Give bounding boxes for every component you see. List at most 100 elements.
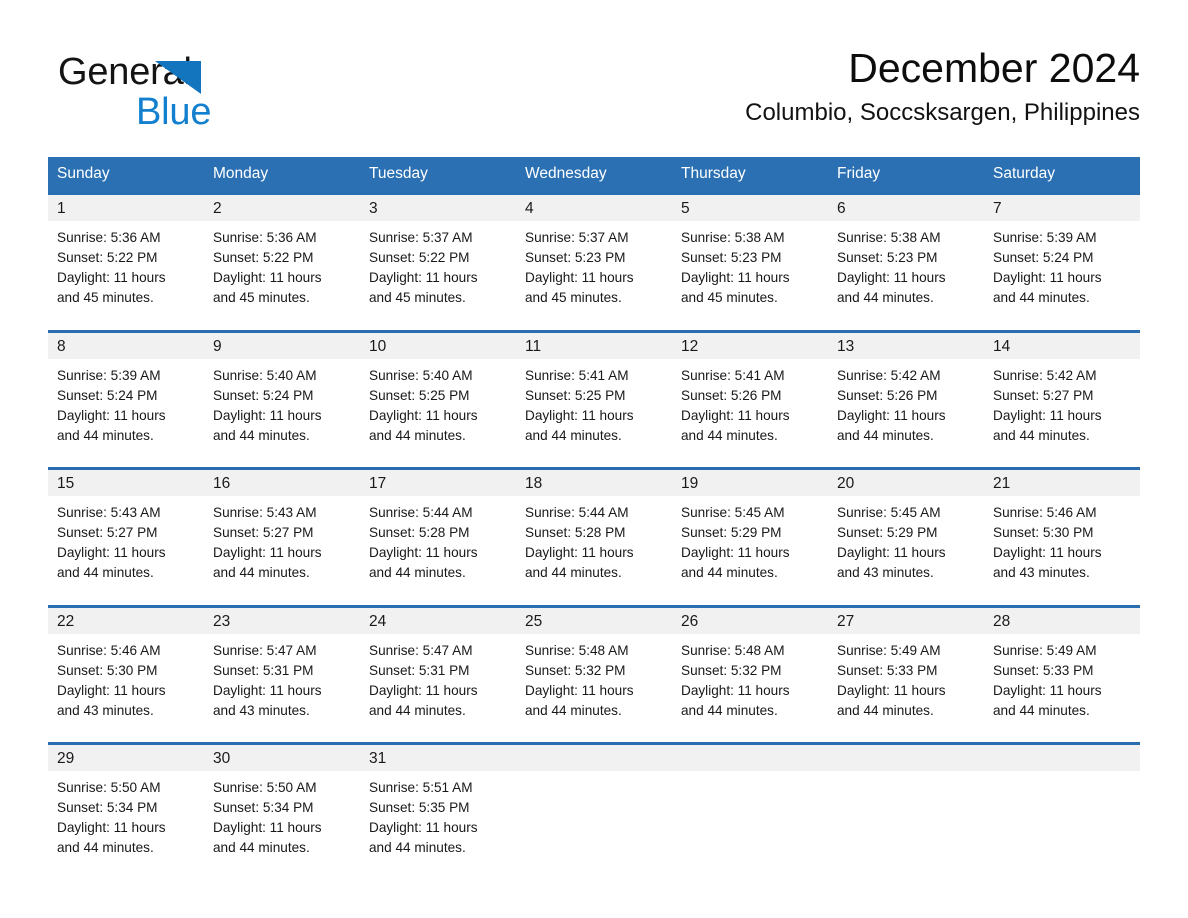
day-daylight-text: and 43 minutes. [213,702,310,718]
day-number-cell[interactable]: 20 [828,467,984,496]
brand-logo[interactable]: General Blue [58,50,318,134]
day-daylight-text: and 44 minutes. [681,565,778,580]
day-detail-cell[interactable]: Sunrise: 5:50 AM Sunset: 5:34 PM Daylight:… [48,771,204,868]
day-detail-cell[interactable]: Sunrise: 5:40 AM Sunset: 5:24 PM Daylight:… [204,358,360,456]
day-sunrise-text: Sunrise: 5:36 AM [57,230,161,245]
day-sunrise-text: Sunrise: 5:37 AM [525,230,629,245]
day-number-cell[interactable]: 7 [984,192,1140,221]
day-sunrise-text: Sunrise: 5:42 AM [837,367,941,383]
week-detail-row: Sunrise: 5:50 AM Sunset: 5:34 PM Daylight:… [48,771,1140,868]
day-detail-cell[interactable]: Sunrise: 5:44 AM Sunset: 5:28 PM Daylight:… [360,496,516,593]
day-number-cell[interactable]: 2 [204,192,360,221]
day-detail-cell[interactable]: Sunrise: 5:45 AM Sunset: 5:29 PM Daylight:… [828,496,984,593]
day-number-cell[interactable]: 11 [516,329,672,359]
day-number-cell[interactable]: 6 [828,192,984,221]
day-number-cell[interactable]: 8 [48,329,204,359]
week-detail-row: Sunrise: 5:43 AM Sunset: 5:27 PM Daylight:… [48,496,1140,593]
day-sunset-text: Sunset: 5:32 PM [525,662,626,678]
week-daynumber-row: 8 9 10 11 12 13 14 [48,329,1140,359]
day-detail-cell[interactable]: Sunrise: 5:44 AM Sunset: 5:28 PM Daylight:… [516,496,672,593]
day-detail-cell[interactable]: Sunrise: 5:38 AM Sunset: 5:23 PM Daylight:… [828,221,984,318]
day-detail-cell[interactable]: Sunrise: 5:42 AM Sunset: 5:27 PM Daylight:… [984,358,1140,456]
weekday-header-thursday: Thursday [672,157,828,194]
day-sunrise-text: Sunrise: 5:49 AM [837,642,941,658]
day-number-cell[interactable]: 29 [48,742,204,771]
day-detail-cell[interactable]: Sunrise: 5:48 AM Sunset: 5:32 PM Daylight:… [516,633,672,731]
day-detail-cell[interactable]: Sunrise: 5:41 AM Sunset: 5:26 PM Daylight:… [672,358,828,456]
day-number-cell[interactable]: 9 [204,329,360,359]
day-number-cell[interactable]: 5 [672,192,828,221]
day-number-cell[interactable]: 27 [828,604,984,634]
day-number-cell[interactable]: 3 [360,192,516,221]
day-number-cell[interactable]: 10 [360,329,516,359]
day-detail-cell[interactable]: Sunrise: 5:37 AM Sunset: 5:23 PM Daylight:… [516,221,672,318]
day-sunrise-text: Sunrise: 5:38 AM [681,230,785,245]
day-detail-cell[interactable]: Sunrise: 5:37 AM Sunset: 5:22 PM Daylight:… [360,221,516,318]
day-sunrise-text: Sunrise: 5:36 AM [213,230,317,245]
day-sunrise-text: Sunrise: 5:41 AM [525,367,629,383]
week-detail-row: Sunrise: 5:36 AM Sunset: 5:22 PM Daylight:… [48,221,1140,318]
day-number-cell[interactable]: 4 [516,192,672,221]
day-detail-cell[interactable]: Sunrise: 5:39 AM Sunset: 5:24 PM Daylight:… [984,221,1140,318]
sunrise-sunset-calendar: Sunday Monday Tuesday Wednesday Thursday… [48,157,1140,868]
day-detail-cell[interactable]: Sunrise: 5:38 AM Sunset: 5:23 PM Daylight:… [672,221,828,318]
day-number-cell[interactable]: 13 [828,329,984,359]
day-detail-cell[interactable]: Sunrise: 5:36 AM Sunset: 5:22 PM Daylight:… [48,221,204,318]
day-number-cell[interactable]: 12 [672,329,828,359]
day-daylight-text: Daylight: 11 hours [369,682,478,698]
weekday-header-tuesday: Tuesday [360,157,516,194]
day-detail-cell[interactable]: Sunrise: 5:43 AM Sunset: 5:27 PM Daylight:… [204,496,360,593]
day-sunset-text: Sunset: 5:22 PM [369,250,470,265]
day-number-cell[interactable]: 17 [360,467,516,496]
day-number-cell-empty [516,742,672,771]
day-detail-cell[interactable]: Sunrise: 5:36 AM Sunset: 5:22 PM Daylight:… [204,221,360,318]
day-detail-cell[interactable]: Sunrise: 5:43 AM Sunset: 5:27 PM Daylight:… [48,496,204,593]
day-daylight-text: Daylight: 11 hours [369,407,478,423]
day-daylight-text: and 45 minutes. [681,290,778,305]
day-detail-cell[interactable]: Sunrise: 5:51 AM Sunset: 5:35 PM Daylight:… [360,771,516,868]
day-number-cell[interactable]: 18 [516,467,672,496]
day-number-cell[interactable]: 23 [204,604,360,634]
day-number-cell[interactable]: 15 [48,467,204,496]
day-daylight-text: and 45 minutes. [213,290,310,305]
day-detail-cell[interactable]: Sunrise: 5:49 AM Sunset: 5:33 PM Daylight:… [828,633,984,731]
day-number-cell[interactable]: 14 [984,329,1140,359]
day-number-cell[interactable]: 22 [48,604,204,634]
day-daylight-text: Daylight: 11 hours [681,270,790,285]
day-number-cell[interactable]: 16 [204,467,360,496]
day-detail-cell[interactable]: Sunrise: 5:48 AM Sunset: 5:32 PM Daylight:… [672,633,828,731]
day-detail-cell[interactable]: Sunrise: 5:40 AM Sunset: 5:25 PM Daylight:… [360,358,516,456]
day-detail-cell[interactable]: Sunrise: 5:46 AM Sunset: 5:30 PM Daylight:… [984,496,1140,593]
day-number-cell[interactable]: 21 [984,467,1140,496]
day-number-cell[interactable]: 24 [360,604,516,634]
day-number-cell[interactable]: 25 [516,604,672,634]
day-sunset-text: Sunset: 5:30 PM [57,662,158,678]
day-detail-cell[interactable]: Sunrise: 5:45 AM Sunset: 5:29 PM Daylight:… [672,496,828,593]
day-detail-cell[interactable]: Sunrise: 5:47 AM Sunset: 5:31 PM Daylight:… [360,633,516,731]
day-daylight-text: Daylight: 11 hours [213,545,322,560]
day-detail-cell[interactable]: Sunrise: 5:42 AM Sunset: 5:26 PM Daylight:… [828,358,984,456]
day-detail-cell[interactable]: Sunrise: 5:46 AM Sunset: 5:30 PM Daylight:… [48,633,204,731]
day-detail-cell[interactable]: Sunrise: 5:39 AM Sunset: 5:24 PM Daylight:… [48,358,204,456]
day-number-cell[interactable]: 26 [672,604,828,634]
day-daylight-text: Daylight: 11 hours [213,270,322,285]
day-detail-cell[interactable]: Sunrise: 5:49 AM Sunset: 5:33 PM Daylight:… [984,633,1140,731]
day-daylight-text: Daylight: 11 hours [369,545,478,560]
day-sunset-text: Sunset: 5:32 PM [681,662,782,678]
day-daylight-text: Daylight: 11 hours [993,407,1102,423]
day-daylight-text: Daylight: 11 hours [213,820,322,835]
day-detail-cell[interactable]: Sunrise: 5:50 AM Sunset: 5:34 PM Daylight:… [204,771,360,868]
day-number-cell[interactable]: 31 [360,742,516,771]
day-number-cell[interactable]: 30 [204,742,360,771]
day-number-cell[interactable]: 1 [48,192,204,221]
day-daylight-text: Daylight: 11 hours [57,682,166,698]
day-detail-cell[interactable]: Sunrise: 5:47 AM Sunset: 5:31 PM Daylight:… [204,633,360,731]
page-header: General Blue December 2024 Columbio, Soc… [48,42,1140,152]
day-number-cell[interactable]: 28 [984,604,1140,634]
day-detail-cell[interactable]: Sunrise: 5:41 AM Sunset: 5:25 PM Daylight:… [516,358,672,456]
day-daylight-text: and 44 minutes. [837,290,934,305]
day-daylight-text: Daylight: 11 hours [369,820,478,835]
day-number-cell[interactable]: 19 [672,467,828,496]
day-sunrise-text: Sunrise: 5:41 AM [681,367,785,383]
day-sunset-text: Sunset: 5:34 PM [213,800,314,815]
